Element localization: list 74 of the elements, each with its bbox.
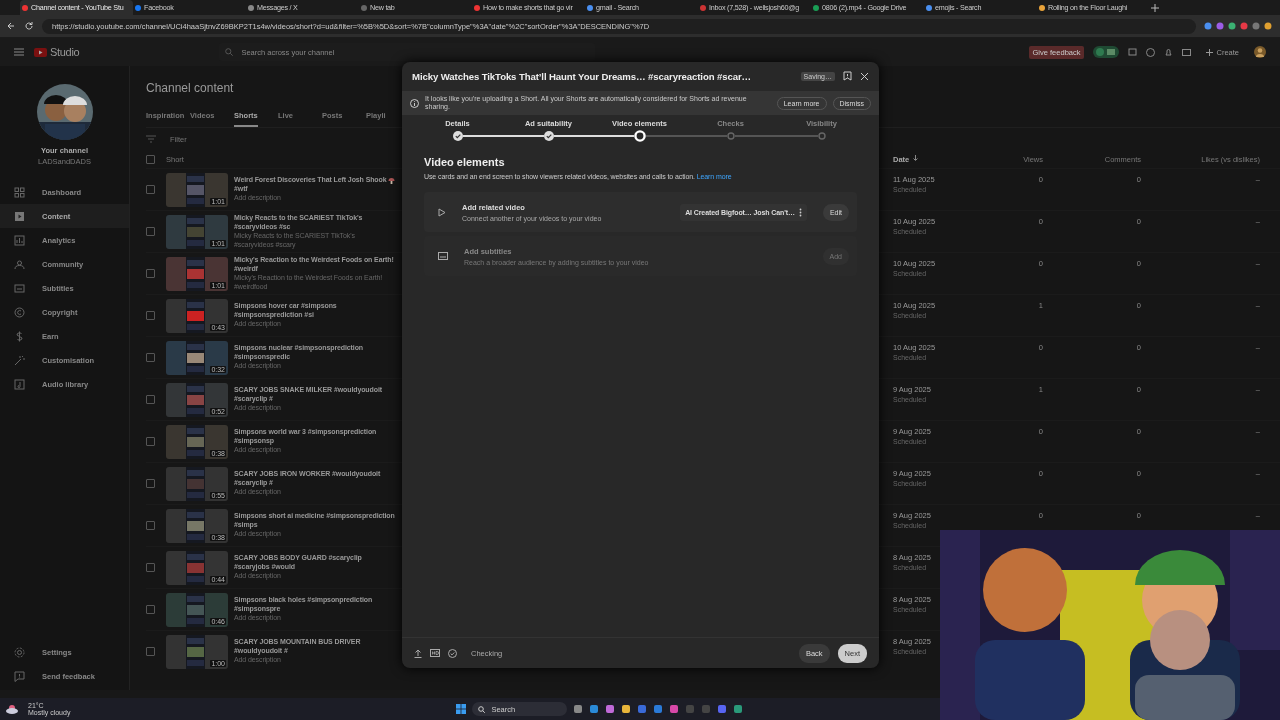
- sort-arrow-icon: [913, 154, 919, 161]
- section-heading: Video elements: [424, 156, 506, 168]
- music-note-icon: [14, 378, 25, 390]
- check-circle-icon[interactable]: [448, 648, 457, 658]
- reload-icon[interactable]: [24, 21, 34, 31]
- row-checkbox[interactable]: [146, 605, 155, 614]
- tab-favicon: [926, 4, 932, 11]
- account-avatar-icon[interactable]: [1254, 46, 1266, 58]
- back-icon[interactable]: [6, 21, 16, 31]
- tab-favicon: [700, 4, 706, 11]
- app-icon[interactable]: [669, 704, 680, 714]
- settings-icon: [14, 646, 25, 658]
- more-icon: [798, 207, 802, 217]
- tab-favicon: [1039, 4, 1045, 11]
- notifications-icon[interactable]: [1164, 47, 1174, 57]
- row-checkbox[interactable]: [146, 353, 155, 362]
- row-checkbox[interactable]: [146, 647, 155, 656]
- row-checkbox[interactable]: [146, 395, 155, 404]
- extensions-icon[interactable]: [1204, 21, 1274, 31]
- app-icon[interactable]: [717, 704, 728, 714]
- info-icon: [410, 98, 419, 108]
- comment-icon[interactable]: [1128, 47, 1138, 57]
- new-tab-icon[interactable]: [1150, 2, 1160, 13]
- hd-icon[interactable]: [430, 649, 440, 657]
- row-checkbox[interactable]: [146, 563, 155, 572]
- content-icon: [14, 210, 25, 222]
- account-switch-icon[interactable]: [1093, 46, 1120, 58]
- row-checkbox[interactable]: [146, 269, 155, 278]
- app-icon[interactable]: [573, 704, 584, 714]
- brand-name: Studio: [50, 46, 80, 58]
- tab-favicon: [587, 4, 593, 11]
- row-checkbox[interactable]: [146, 311, 155, 320]
- tab-favicon: [22, 4, 28, 11]
- app-icon[interactable]: [733, 704, 744, 714]
- captions-icon[interactable]: [1182, 47, 1192, 57]
- studio-logo-icon[interactable]: [34, 47, 47, 57]
- select-all-checkbox[interactable]: [146, 154, 155, 164]
- close-icon[interactable]: [860, 71, 869, 81]
- tab-favicon: [361, 4, 367, 11]
- community-icon: [14, 258, 25, 270]
- row-checkbox[interactable]: [146, 479, 155, 488]
- tab-favicon: [813, 4, 819, 11]
- app-icon[interactable]: [653, 704, 664, 714]
- dollar-icon: [14, 330, 25, 342]
- mushroom-icon: [388, 176, 396, 184]
- analytics-icon: [14, 234, 25, 246]
- row-checkbox[interactable]: [146, 185, 155, 194]
- row-checkbox[interactable]: [146, 227, 155, 236]
- page-title: Channel content: [146, 81, 235, 97]
- dialog-title: Micky Watches TikToks That’ll Haunt Your Dreams… #scaryreaction #scar…: [412, 70, 753, 82]
- subtitles-icon: [14, 282, 25, 294]
- search-icon: [478, 705, 486, 713]
- plus-icon: [1206, 48, 1214, 56]
- copyright-icon: [14, 306, 25, 318]
- app-icon[interactable]: [621, 704, 632, 714]
- dashboard-icon: [14, 186, 25, 198]
- row-checkbox[interactable]: [146, 521, 155, 530]
- magic-wand-icon: [14, 354, 25, 366]
- tab-favicon: [135, 4, 141, 11]
- row-checkbox[interactable]: [146, 437, 155, 446]
- tab-favicon: [248, 4, 254, 11]
- feedback-icon: [14, 670, 25, 682]
- windows-start-icon[interactable]: [456, 704, 467, 714]
- upload-icon[interactable]: [414, 648, 422, 658]
- app-icon[interactable]: [605, 704, 616, 714]
- tab-favicon: [474, 4, 480, 11]
- search-icon: [225, 48, 234, 56]
- feedback-icon[interactable]: [843, 71, 852, 81]
- weather-icon[interactable]: [6, 704, 18, 714]
- subtitles-icon: [438, 252, 448, 260]
- help-icon[interactable]: [1146, 47, 1156, 57]
- play-icon: [438, 207, 446, 217]
- app-icon[interactable]: [589, 704, 600, 714]
- menu-icon[interactable]: [14, 48, 24, 56]
